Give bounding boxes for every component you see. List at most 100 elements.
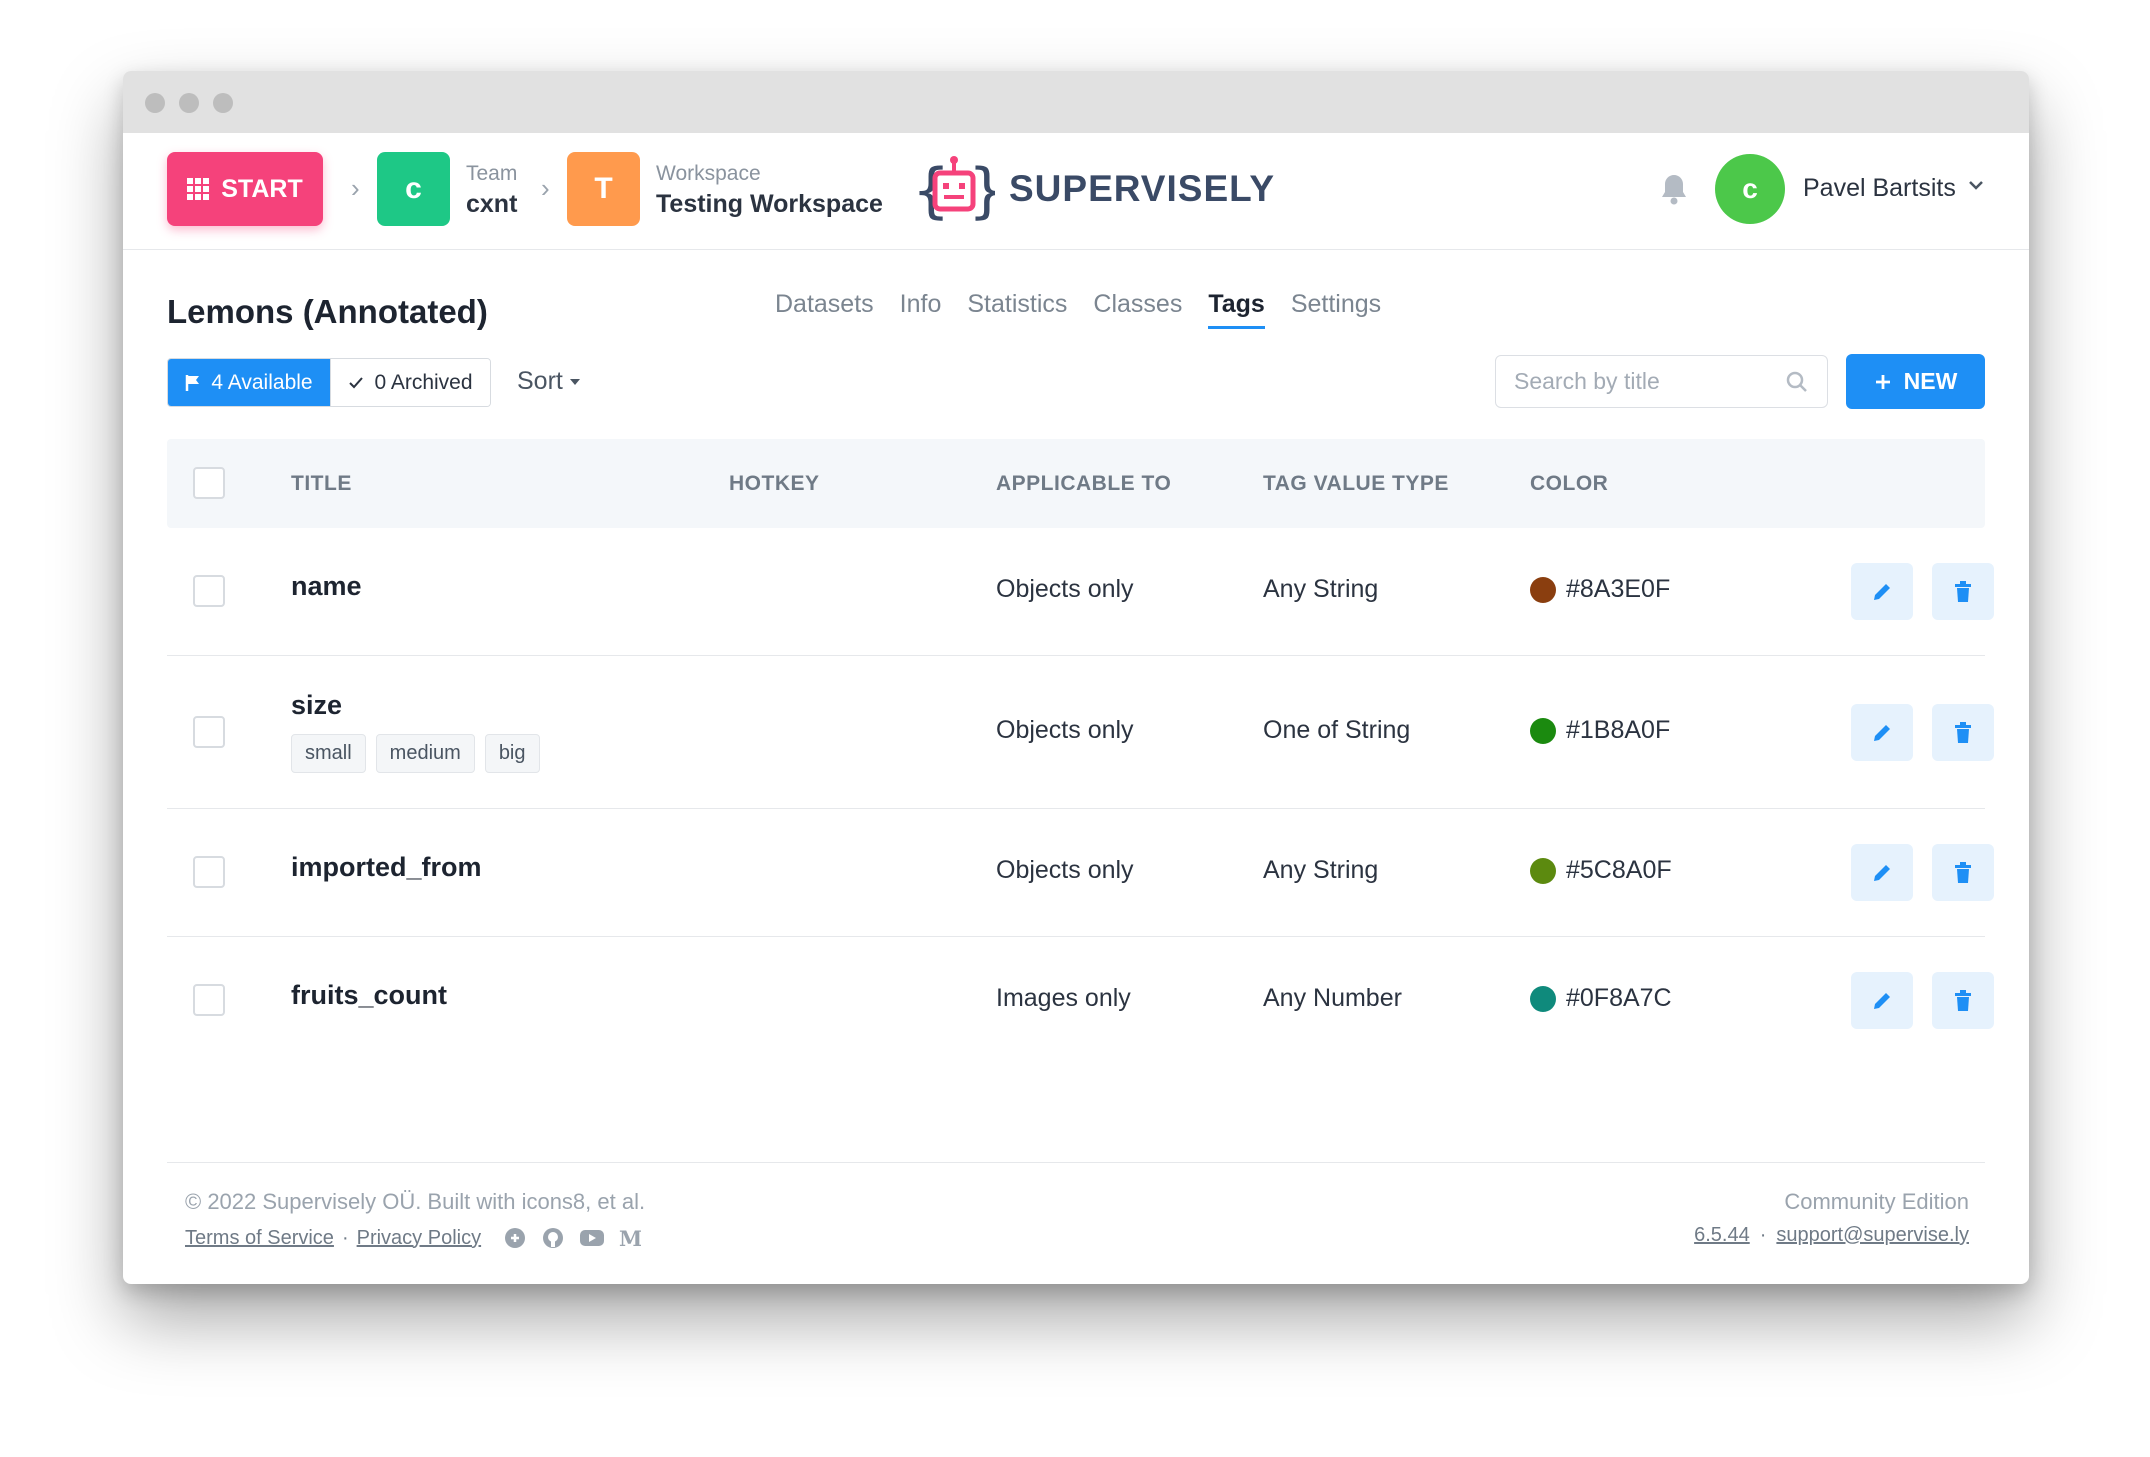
tag-applicable: Images only <box>996 984 1131 1012</box>
column-tag-value-type[interactable]: TAG VALUE TYPE <box>1263 472 1449 496</box>
table-row: fruits_count Images only Any Number #0F8… <box>167 937 1994 1065</box>
tag-color: #5C8A0F <box>1530 856 1672 885</box>
tab-datasets[interactable]: Datasets <box>775 290 874 329</box>
color-swatch <box>1530 717 1556 744</box>
tag-color: #0F8A7C <box>1530 984 1672 1013</box>
tab-settings[interactable]: Settings <box>1291 290 1381 329</box>
workspace-caption: Workspace <box>656 162 761 185</box>
tab-info[interactable]: Info <box>900 290 942 329</box>
chevron-right-icon: › <box>351 173 360 203</box>
row-checkbox[interactable] <box>193 856 225 888</box>
archived-label: 0 Archived <box>374 370 473 394</box>
table-header: TITLE HOTKEY APPLICABLE TO TAG VALUE TYP… <box>167 439 1985 528</box>
footer-links: Terms of Service · Privacy Policy M <box>185 1226 641 1250</box>
color-hex: #5C8A0F <box>1566 856 1672 884</box>
tag-values: small medium big <box>291 734 540 773</box>
delete-button[interactable] <box>1932 704 1994 761</box>
edit-button[interactable] <box>1851 844 1913 901</box>
color-hex: #8A3E0F <box>1566 575 1671 603</box>
footer-separator: · <box>341 1226 349 1249</box>
team-avatar[interactable]: c <box>377 152 450 226</box>
color-hex: #1B8A0F <box>1566 716 1671 744</box>
tag-value-chip: big <box>484 734 540 773</box>
chevron-down-icon[interactable] <box>1968 178 1984 196</box>
tag-applicable: Objects only <box>996 575 1134 603</box>
row-checkbox[interactable] <box>193 575 225 607</box>
tag-title[interactable]: imported_from <box>291 852 482 883</box>
search-input[interactable]: Search by title <box>1495 355 1828 408</box>
tag-title[interactable]: fruits_count <box>291 980 447 1011</box>
youtube-icon[interactable] <box>579 1228 605 1248</box>
grid-icon <box>187 178 210 200</box>
pencil-icon <box>1874 724 1890 741</box>
terms-link[interactable]: Terms of Service <box>185 1227 334 1250</box>
window-maximize-dot[interactable] <box>213 93 233 113</box>
footer-copyright: © 2022 Supervisely OÜ. Built with icons8… <box>185 1189 646 1214</box>
page-title: Lemons (Annotated) <box>167 293 488 330</box>
tag-value-type: Any Number <box>1263 984 1402 1012</box>
sort-label: Sort <box>517 367 563 395</box>
search-placeholder: Search by title <box>1514 368 1660 394</box>
edit-button[interactable] <box>1851 563 1913 620</box>
supervisely-logo[interactable]: { } SUPERVISELY <box>913 149 1275 229</box>
robot-logo-icon: { } <box>913 156 995 225</box>
edition-label: Community Edition <box>1784 1189 1969 1214</box>
flag-icon <box>186 374 200 391</box>
tab-statistics[interactable]: Statistics <box>967 290 1067 329</box>
tag-title[interactable]: name <box>291 571 362 602</box>
tag-color: #1B8A0F <box>1530 716 1670 745</box>
column-title[interactable]: TITLE <box>291 472 352 496</box>
color-swatch <box>1530 576 1556 603</box>
column-applicable-to[interactable]: APPLICABLE TO <box>996 472 1171 496</box>
workspace-avatar[interactable]: T <box>567 152 640 226</box>
support-email-link[interactable]: support@supervise.ly <box>1776 1224 1969 1247</box>
tab-tags[interactable]: Tags <box>1208 290 1265 329</box>
edit-button[interactable] <box>1851 972 1913 1029</box>
tag-value-chip: small <box>291 734 366 773</box>
tag-applicable: Objects only <box>996 716 1134 744</box>
workspace-name[interactable]: Testing Workspace <box>656 190 883 219</box>
delete-button[interactable] <box>1932 563 1994 620</box>
trash-icon <box>1955 989 1971 1011</box>
row-checkbox[interactable] <box>193 984 225 1016</box>
version-link[interactable]: 6.5.44 <box>1694 1224 1750 1247</box>
team-name[interactable]: cxnt <box>466 190 517 219</box>
tag-color: #8A3E0F <box>1530 575 1670 604</box>
new-label: NEW <box>1903 368 1958 394</box>
select-all-checkbox[interactable] <box>193 467 225 499</box>
delete-button[interactable] <box>1932 844 1994 901</box>
column-color[interactable]: COLOR <box>1530 472 1608 496</box>
color-swatch <box>1530 985 1556 1012</box>
table-row: name Objects only Any String #8A3E0F <box>167 528 1994 656</box>
svg-text:M: M <box>619 1228 641 1248</box>
github-icon[interactable] <box>541 1226 565 1250</box>
user-name[interactable]: Pavel Bartsits <box>1803 174 1956 203</box>
available-label: 4 Available <box>211 370 313 394</box>
tag-title[interactable]: size <box>291 690 342 721</box>
privacy-link[interactable]: Privacy Policy <box>357 1227 481 1250</box>
start-label: START <box>221 174 303 203</box>
slack-icon[interactable] <box>503 1226 527 1250</box>
svg-text:{: { <box>913 156 949 225</box>
delete-button[interactable] <box>1932 972 1994 1029</box>
sort-dropdown[interactable]: Sort <box>517 367 581 396</box>
medium-icon[interactable]: M <box>619 1228 641 1248</box>
bell-icon[interactable] <box>1660 173 1688 210</box>
search-icon <box>1786 371 1807 392</box>
new-tag-button[interactable]: NEW <box>1846 354 1985 409</box>
footer-right-links: 6.5.44 · support@supervise.ly <box>1694 1224 1969 1247</box>
archived-filter-button[interactable]: 0 Archived <box>330 359 490 406</box>
tab-classes[interactable]: Classes <box>1093 290 1182 329</box>
edit-button[interactable] <box>1851 704 1913 761</box>
start-button[interactable]: START <box>167 152 323 226</box>
footer-separator: · <box>1759 1224 1767 1246</box>
column-hotkey[interactable]: HOTKEY <box>729 472 820 496</box>
available-filter-button[interactable]: 4 Available <box>168 359 330 406</box>
row-checkbox[interactable] <box>193 716 225 748</box>
window-close-dot[interactable] <box>145 93 165 113</box>
color-hex: #0F8A7C <box>1566 984 1672 1012</box>
check-icon <box>349 376 364 388</box>
tag-value-type: Any String <box>1263 575 1379 603</box>
user-avatar[interactable]: c <box>1715 154 1785 224</box>
window-minimize-dot[interactable] <box>179 93 199 113</box>
